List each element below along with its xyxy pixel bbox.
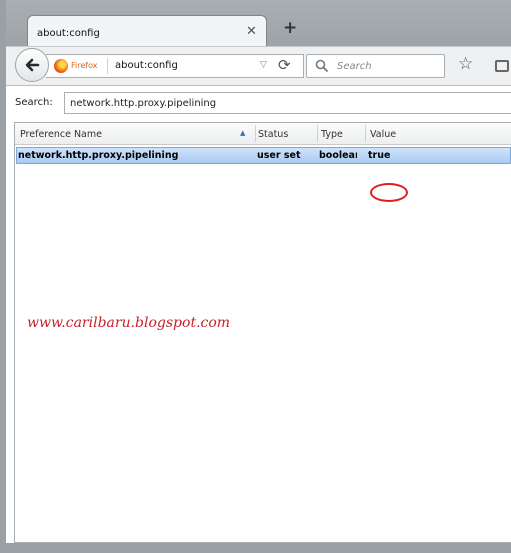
navigation-toolbar: Firefox about:config ▽ ⟳ Search ☆ <box>6 46 511 86</box>
back-arrow-icon <box>25 58 40 72</box>
star-icon[interactable]: ☆ <box>458 54 473 74</box>
cell-type: boolean <box>319 150 357 161</box>
close-icon[interactable]: ✕ <box>246 24 257 39</box>
filter-label: Search: <box>15 97 53 108</box>
new-tab-icon[interactable]: + <box>283 18 297 38</box>
tab-strip: about:config ✕ + <box>6 0 511 47</box>
reload-icon[interactable]: ⟳ <box>278 56 291 74</box>
sort-ascending-icon: ▲ <box>240 129 246 137</box>
window-bottom-border <box>6 543 511 553</box>
annotation-circle <box>370 183 408 202</box>
filter-input[interactable]: network.http.proxy.pipelining <box>64 92 511 114</box>
tab-about-config[interactable]: about:config ✕ <box>27 15 267 47</box>
column-header-status[interactable]: Status <box>258 129 288 140</box>
cell-value: true <box>368 150 391 161</box>
search-placeholder: Search <box>337 61 372 72</box>
column-header-value[interactable]: Value <box>370 129 396 140</box>
url-text[interactable]: about:config <box>115 60 178 71</box>
about-config-page: Search: network.http.proxy.pipelining Pr… <box>6 86 511 543</box>
preferences-table: Preference Name ▲ Status Type Value netw… <box>14 122 511 543</box>
back-button[interactable] <box>15 48 49 82</box>
column-separator[interactable] <box>365 125 366 142</box>
filter-input-value: network.http.proxy.pipelining <box>70 98 217 109</box>
firefox-logo-icon <box>54 59 68 73</box>
search-bar[interactable]: Search <box>306 54 445 78</box>
column-header-preference-name[interactable]: Preference Name <box>20 129 102 140</box>
table-row[interactable]: network.http.proxy.pipelining user set b… <box>16 147 511 164</box>
cell-status: user set <box>257 150 301 161</box>
table-header: Preference Name ▲ Status Type Value <box>15 123 511 145</box>
url-bar[interactable]: Firefox about:config ▽ ⟳ <box>46 54 304 78</box>
tab-title: about:config <box>37 28 100 39</box>
column-separator[interactable] <box>317 125 318 142</box>
identity-label[interactable]: Firefox <box>71 61 97 70</box>
search-icon <box>315 59 329 73</box>
url-separator <box>107 58 108 74</box>
dropmarker-icon[interactable]: ▽ <box>260 60 267 70</box>
filter-row: Search: network.http.proxy.pipelining <box>6 86 511 122</box>
watermark-text: www.carilbaru.blogspot.com <box>27 315 231 331</box>
column-header-type[interactable]: Type <box>321 129 343 140</box>
cell-preference-name: network.http.proxy.pipelining <box>18 150 179 161</box>
clipboard-icon[interactable] <box>495 60 509 72</box>
browser-window: about:config ✕ + Firefox about:config ▽ … <box>0 0 511 553</box>
column-separator[interactable] <box>255 125 256 142</box>
